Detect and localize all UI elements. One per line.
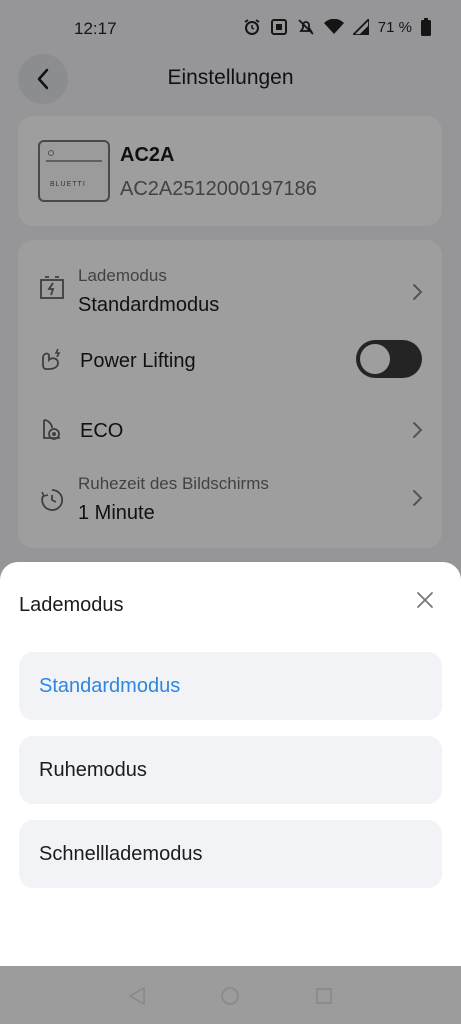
app-screen: 12:17 71 % Einstellungen BLUETTI AC2A AC… bbox=[0, 0, 461, 1024]
close-icon[interactable] bbox=[415, 590, 435, 610]
system-nav-bar bbox=[0, 966, 461, 1024]
option-ruhemodus[interactable]: Ruhemodus bbox=[19, 736, 442, 804]
option-schnelllademodus[interactable]: Schnelllademodus bbox=[19, 820, 442, 888]
nav-home-icon[interactable] bbox=[219, 985, 241, 1007]
option-standardmodus[interactable]: Standardmodus bbox=[19, 652, 442, 720]
nav-recents-icon[interactable] bbox=[313, 985, 335, 1007]
sheet-title: Lademodus bbox=[19, 594, 124, 616]
nav-back-icon[interactable] bbox=[126, 985, 148, 1007]
charge-mode-sheet: Lademodus Standardmodus Ruhemodus Schnel… bbox=[0, 562, 461, 966]
